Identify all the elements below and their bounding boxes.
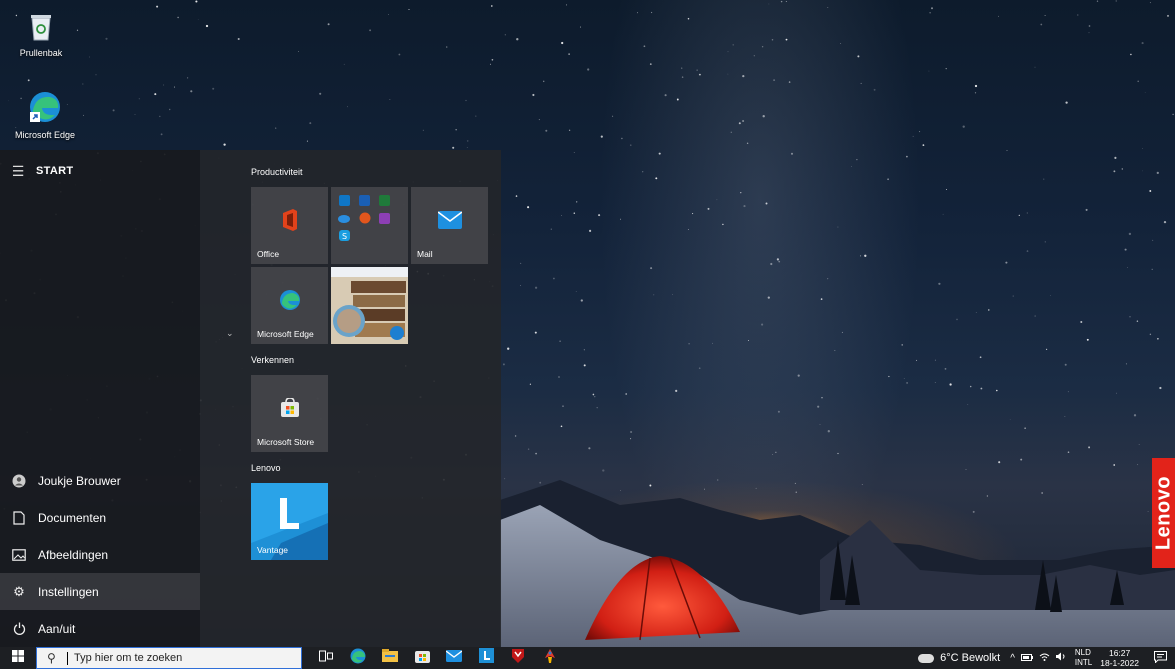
start-menu-tiles: ⌄ Productiviteit Office S Mail Microsoft…	[200, 150, 501, 647]
start-item-label: Documenten	[38, 510, 107, 525]
group-label-productiviteit[interactable]: Productiviteit	[251, 167, 303, 177]
start-item-label: Joukje Brouwer	[38, 473, 121, 488]
tile-label: Mail	[417, 249, 433, 259]
edge-icon	[279, 289, 301, 313]
clock-date: 18-1-2022	[1100, 658, 1139, 668]
desktop-icon-recycle-bin[interactable]: Prullenbak	[6, 12, 76, 58]
wifi-icon[interactable]	[1039, 652, 1050, 664]
notification-center-button[interactable]	[1149, 650, 1171, 666]
battery-icon[interactable]	[1020, 653, 1033, 664]
start-item-label: Instellingen	[38, 584, 99, 599]
desktop-icon-microsoft-edge[interactable]: Microsoft Edge	[10, 90, 80, 140]
task-view-icon	[319, 649, 333, 667]
group-label-lenovo[interactable]: Lenovo	[251, 463, 281, 473]
chevron-down-icon[interactable]: ⌄	[226, 328, 234, 339]
edge-icon	[10, 90, 80, 126]
cloud-icon	[918, 653, 935, 663]
edge-icon	[350, 648, 366, 669]
recycle-bin-icon	[6, 12, 76, 44]
search-placeholder: Typ hier om te zoeken	[74, 652, 183, 664]
language-indicator[interactable]: NLD INTL	[1075, 648, 1092, 668]
notification-icon	[1153, 650, 1167, 666]
file-explorer-icon	[382, 649, 398, 667]
taskbar-mcafee[interactable]	[502, 647, 534, 669]
text-caret	[67, 651, 68, 665]
office-apps-folder-icon: S	[337, 193, 403, 261]
taskbar-store[interactable]	[406, 647, 438, 669]
tile-microsoft-store[interactable]: Microsoft Store	[251, 375, 328, 452]
start-item-settings[interactable]: ⚙ Instellingen	[0, 573, 200, 610]
language-code: NLD	[1074, 648, 1091, 657]
gear-icon: ⚙	[13, 583, 25, 599]
photo-live-tile	[331, 267, 408, 344]
search-input[interactable]: ⚲ Typ hier om te zoeken	[36, 647, 302, 669]
power-icon	[0, 622, 38, 635]
windows-logo-icon	[12, 649, 24, 667]
start-title: START	[36, 165, 74, 177]
clock[interactable]: 16:27 18-1-2022	[1100, 648, 1139, 668]
tile-vantage[interactable]: Vantage	[251, 483, 328, 560]
weather-text: 6°C Bewolkt	[940, 652, 1001, 664]
chevron-up-icon[interactable]: ^	[1010, 653, 1015, 664]
tile-office-apps-folder[interactable]: S	[331, 187, 408, 264]
user-avatar-icon	[0, 474, 38, 488]
store-icon	[280, 397, 300, 420]
tile-office[interactable]: Office	[251, 187, 328, 264]
office-icon	[281, 208, 299, 233]
search-icon: ⚲	[47, 651, 56, 665]
taskbar-lenovo-vantage[interactable]	[470, 647, 502, 669]
taskbar: ⚲ Typ hier om te zoeken 6°C Bewolkt ^ NL…	[0, 647, 1175, 669]
lenovo-brand-badge: Lenovo	[1152, 458, 1175, 568]
lenovo-badge-text: Lenovo	[1152, 475, 1174, 551]
tile-label: Office	[257, 249, 280, 259]
tile-photo-live[interactable]	[331, 267, 408, 344]
tile-microsoft-edge[interactable]: Microsoft Edge	[251, 267, 328, 344]
taskbar-paint[interactable]	[534, 647, 566, 669]
start-item-label: Afbeeldingen	[38, 547, 109, 562]
start-menu-header[interactable]: ☰ START	[0, 158, 200, 184]
taskbar-file-explorer[interactable]	[374, 647, 406, 669]
start-item-documents[interactable]: Documenten	[0, 499, 200, 536]
start-item-pictures[interactable]: Afbeeldingen	[0, 536, 200, 573]
pictures-icon	[0, 548, 38, 561]
tile-label: Vantage	[257, 545, 289, 555]
hamburger-icon[interactable]: ☰	[0, 163, 36, 180]
windows-start-button[interactable]	[0, 647, 36, 669]
keyboard-layout: INTL	[1074, 658, 1093, 667]
system-tray: 6°C Bewolkt ^ NLD INTL 16:27 18-1-2022	[918, 647, 1175, 669]
taskbar-edge[interactable]	[342, 647, 374, 669]
tile-label: Microsoft Edge	[257, 329, 314, 339]
svg-text:S: S	[342, 232, 347, 241]
document-icon	[0, 510, 38, 525]
start-left-items: Joukje Brouwer Documenten Afbeeldingen ⚙…	[0, 462, 200, 647]
mail-icon	[437, 210, 462, 231]
start-item-power[interactable]: Aan/uit	[0, 610, 200, 647]
lenovo-vantage-icon	[478, 648, 494, 668]
taskbar-apps	[310, 647, 566, 669]
mail-icon	[445, 649, 463, 667]
tile-mail[interactable]: Mail	[411, 187, 488, 264]
taskbar-mail[interactable]	[438, 647, 470, 669]
speaker-icon[interactable]	[1055, 652, 1067, 664]
taskbar-task-view[interactable]	[310, 647, 342, 669]
paint-icon	[543, 648, 557, 669]
store-icon	[414, 648, 430, 668]
start-item-label: Aan/uit	[38, 621, 76, 636]
group-label-verkennen[interactable]: Verkennen	[251, 355, 294, 365]
tile-label: Microsoft Store	[257, 437, 315, 447]
mcafee-icon	[511, 648, 525, 668]
weather-widget[interactable]: 6°C Bewolkt	[918, 652, 1000, 664]
desktop-icon-label: Prullenbak	[19, 48, 63, 58]
desktop-icon-label: Microsoft Edge	[14, 130, 76, 140]
start-menu: ☰ START Joukje Brouwer Documenten Afbeel…	[0, 150, 501, 647]
tray-icons: ^	[1010, 652, 1067, 664]
start-item-user[interactable]: Joukje Brouwer	[0, 462, 200, 499]
start-menu-sidebar: ☰ START Joukje Brouwer Documenten Afbeel…	[0, 150, 200, 647]
clock-time: 16:27	[1108, 648, 1131, 658]
